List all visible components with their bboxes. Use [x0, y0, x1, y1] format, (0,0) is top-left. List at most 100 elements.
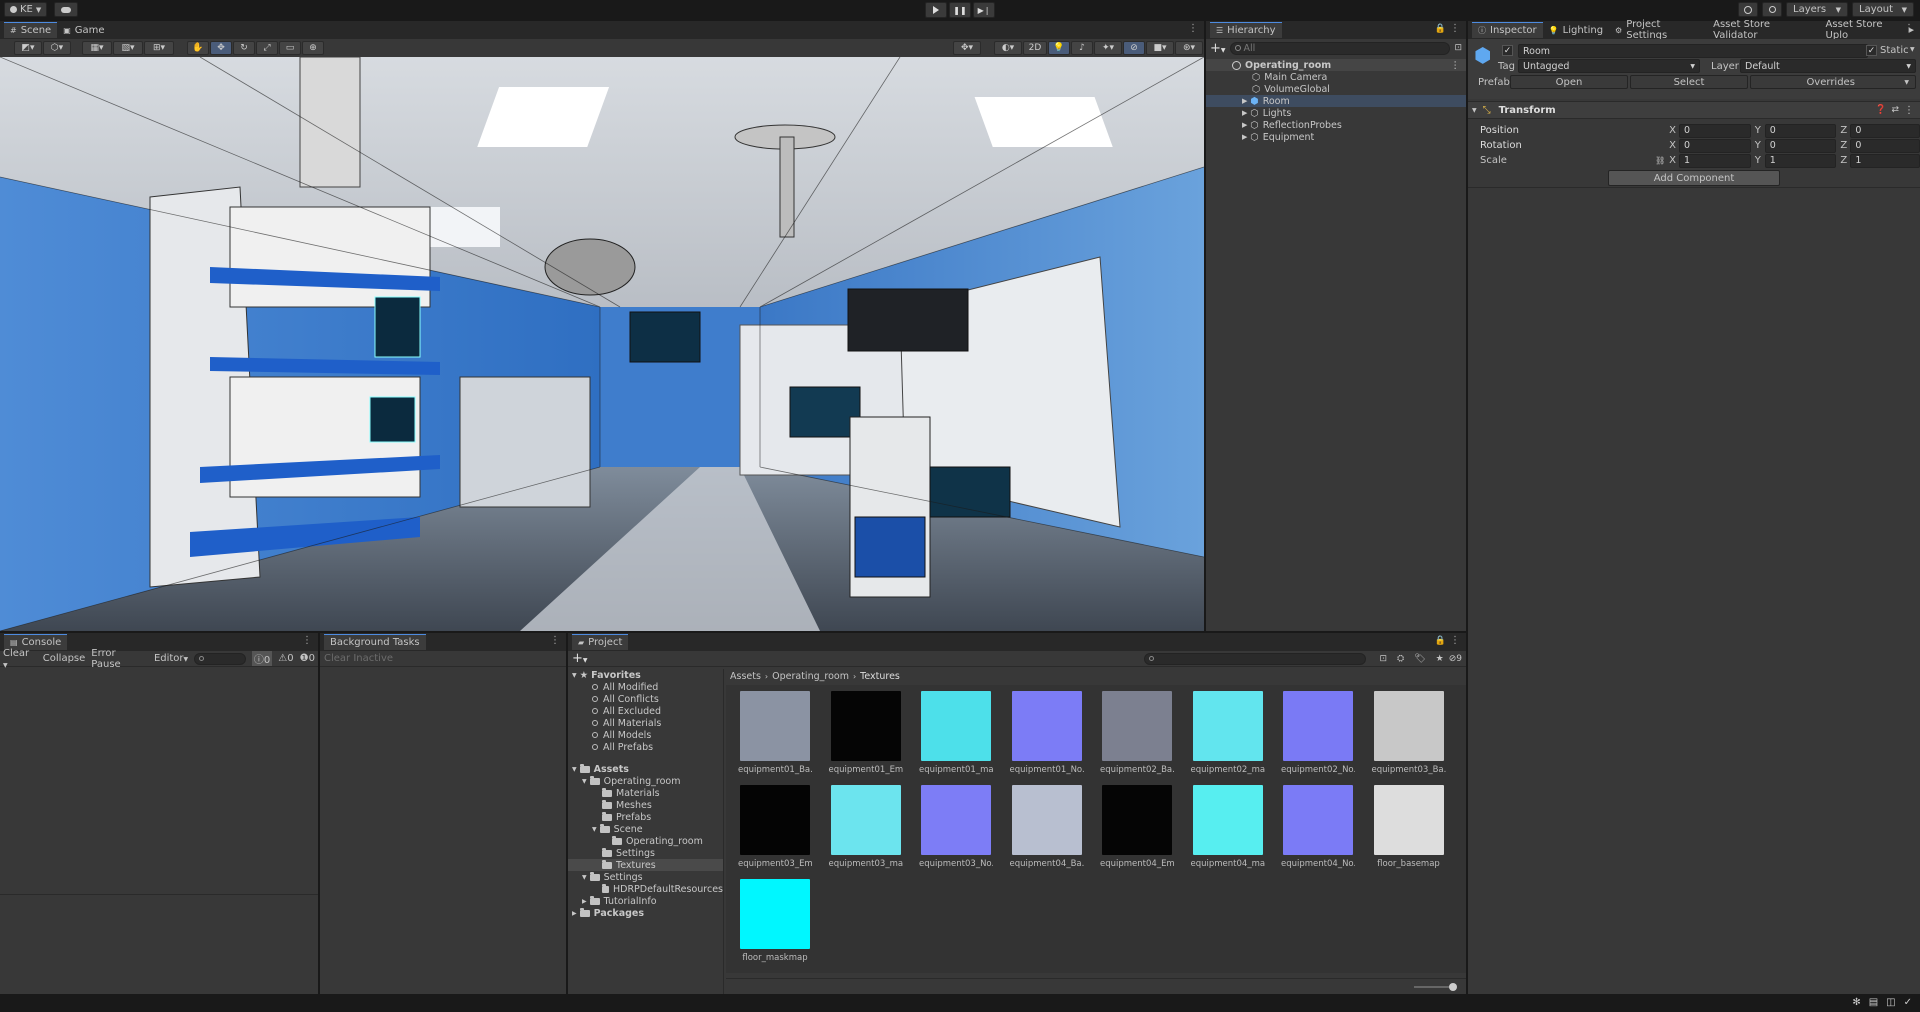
tab-hierarchy[interactable]: ☰ Hierarchy [1210, 22, 1282, 38]
project-search-input[interactable] [1144, 652, 1367, 665]
toggle-2d-button[interactable]: 2D [1023, 41, 1047, 55]
asset-item[interactable]: equipment02_No... [1281, 691, 1355, 775]
favorite-item[interactable]: All Excluded [568, 705, 723, 717]
thumbnail-size-slider[interactable] [1414, 983, 1457, 991]
hierarchy-item-main-camera[interactable]: ⬡ Main Camera [1206, 71, 1466, 83]
scale-tool-button[interactable]: ⤢ [256, 41, 278, 55]
assets-root[interactable]: ▼ Assets [568, 763, 723, 775]
scale-x-field[interactable]: 1 [1679, 153, 1751, 168]
packages-root[interactable]: ▶ Packages [568, 907, 723, 919]
more-options-icon[interactable]: ⋮ [1450, 636, 1460, 646]
more-options-icon[interactable]: ⋮ [1904, 105, 1914, 116]
folder-textures[interactable]: Textures [568, 859, 723, 871]
rotate-tool-button[interactable]: ↻ [233, 41, 255, 55]
asset-item[interactable]: equipment02_Ba... [1100, 691, 1174, 775]
tag-dropdown[interactable]: Untagged ▼ [1518, 59, 1700, 73]
folder-hdrp[interactable]: HDRPDefaultResources [568, 883, 723, 895]
asset-item[interactable]: equipment03_No... [919, 785, 993, 869]
hand-tool-button[interactable]: ✋ [187, 41, 209, 55]
breadcrumb-item[interactable]: Textures [860, 671, 900, 682]
error-pause-button[interactable]: Error Pause [91, 648, 148, 670]
link-icon[interactable]: ⛓ [1655, 156, 1669, 165]
clear-inactive-button[interactable]: Clear Inactive [324, 653, 393, 664]
visibility-toggle[interactable]: ⊘ [1123, 41, 1145, 55]
favorite-item[interactable]: All Modified [568, 681, 723, 693]
tab-inspector[interactable]: ⓘ Inspector [1472, 22, 1543, 38]
increment-button[interactable]: ⊞▾ [144, 41, 174, 55]
slider-handle[interactable] [1449, 983, 1457, 991]
axis-x-label[interactable]: X [1669, 155, 1679, 166]
collapse-button[interactable]: Collapse [43, 653, 86, 664]
move-tool-button[interactable]: ✥ [210, 41, 232, 55]
tab-game[interactable]: ▣ Game [57, 22, 110, 38]
history-button[interactable] [1738, 2, 1758, 17]
check-icon[interactable]: ✓ [1904, 997, 1912, 1008]
folder-tutorialinfo[interactable]: ▶ TutorialInfo [568, 895, 723, 907]
position-x-field[interactable]: 0 [1679, 123, 1751, 138]
tab-background-tasks[interactable]: Background Tasks [324, 634, 426, 650]
favorites-header[interactable]: ▼ ★ Favorites [568, 669, 723, 681]
editor-dropdown[interactable]: Editor▼ [154, 653, 188, 664]
folder-scene[interactable]: ▼ Scene [568, 823, 723, 835]
asset-item[interactable]: equipment03_Ba... [1372, 691, 1446, 775]
more-options-icon[interactable]: ⋮ [1188, 24, 1198, 34]
position-z-field[interactable]: 0 [1850, 123, 1920, 138]
expand-arrow-icon[interactable]: ▶ [1242, 133, 1247, 141]
rect-tool-button[interactable]: ▭ [279, 41, 301, 55]
more-options-icon[interactable]: ⋮ [1450, 24, 1460, 34]
search-button[interactable] [1762, 2, 1782, 17]
add-button[interactable]: +▼ [1210, 41, 1226, 56]
layout-dropdown[interactable]: Layout ▼ [1852, 2, 1914, 17]
hierarchy-filter-icon[interactable]: ⊡ [1454, 43, 1462, 53]
filter-label-icon[interactable]: 🏷 [1414, 654, 1425, 664]
hierarchy-item-reflectionprobes[interactable]: ▶ ⬡ ReflectionProbes [1206, 119, 1466, 131]
folder-settings[interactable]: Settings [568, 847, 723, 859]
presets-icon[interactable]: ⇄ [1891, 105, 1899, 115]
console-search-input[interactable] [194, 652, 246, 665]
asset-item[interactable]: equipment01_No... [1010, 691, 1084, 775]
error-count-toggle[interactable]: ❶0 [300, 653, 315, 664]
rotation-y-field[interactable]: 0 [1764, 138, 1837, 153]
folder-meshes[interactable]: Meshes [568, 799, 723, 811]
hierarchy-item-equipment[interactable]: ▶ ⬡ Equipment [1206, 131, 1466, 143]
axis-z-label[interactable]: Z [1840, 155, 1850, 166]
axis-z-label[interactable]: Z [1840, 125, 1850, 136]
favorite-item[interactable]: All Conflicts [568, 693, 723, 705]
layer-dropdown[interactable]: Default ▼ [1740, 59, 1916, 73]
breadcrumb-item[interactable]: Assets [730, 671, 761, 682]
rotation-x-field[interactable]: 0 [1679, 138, 1751, 153]
gizmos-button[interactable]: ⊛▾ [1175, 41, 1203, 55]
help-icon[interactable]: ❓ [1875, 105, 1886, 115]
hierarchy-root[interactable]: Operating_room ⋮ [1206, 59, 1466, 71]
favorite-item[interactable]: All Materials [568, 717, 723, 729]
axis-z-label[interactable]: Z [1840, 140, 1850, 151]
scale-z-field[interactable]: 1 [1850, 153, 1920, 168]
rotation-z-field[interactable]: 0 [1850, 138, 1920, 153]
lock-icon[interactable]: 🔒 [1435, 636, 1446, 646]
expand-arrow-icon[interactable]: ▶ [1242, 121, 1247, 129]
more-options-icon[interactable]: ⋮ [1451, 60, 1461, 71]
folder-operating-room[interactable]: ▼ Operating_room [568, 775, 723, 787]
asset-item[interactable]: equipment04_Ba... [1010, 785, 1084, 869]
account-dropdown[interactable]: KE ▼ [4, 2, 48, 17]
filter-type-icon[interactable]: ⛭ [1397, 654, 1404, 664]
scene-viewport[interactable] [0, 57, 1204, 631]
play-button[interactable] [925, 2, 947, 18]
tab-project[interactable]: ▰ Project [572, 634, 629, 650]
breadcrumb-item[interactable]: Operating_room [772, 671, 849, 682]
asset-item[interactable]: equipment01_Ba... [738, 691, 812, 775]
asset-item[interactable]: equipment04_ma... [1191, 785, 1265, 869]
position-y-field[interactable]: 0 [1764, 123, 1837, 138]
hierarchy-search-input[interactable]: All [1229, 41, 1451, 55]
layers-dropdown[interactable]: Layers ▼ [1786, 2, 1848, 17]
pivot-button[interactable]: ✥▾ [953, 41, 981, 55]
audio-toggle[interactable]: ♪ [1071, 41, 1093, 55]
favorite-item[interactable]: All Models [568, 729, 723, 741]
hierarchy-item-room[interactable]: ▶ ⬢ Room [1206, 95, 1466, 107]
chevron-down-icon[interactable]: ▼ [1910, 46, 1915, 53]
lock-icon[interactable]: 🔒 [1435, 24, 1446, 34]
folder-settings-root[interactable]: ▼ Settings [568, 871, 723, 883]
snap-button[interactable]: ▧▾ [113, 41, 143, 55]
clear-dropdown[interactable]: Clear ▼ [3, 648, 37, 670]
create-button[interactable]: +▼ [572, 651, 588, 666]
